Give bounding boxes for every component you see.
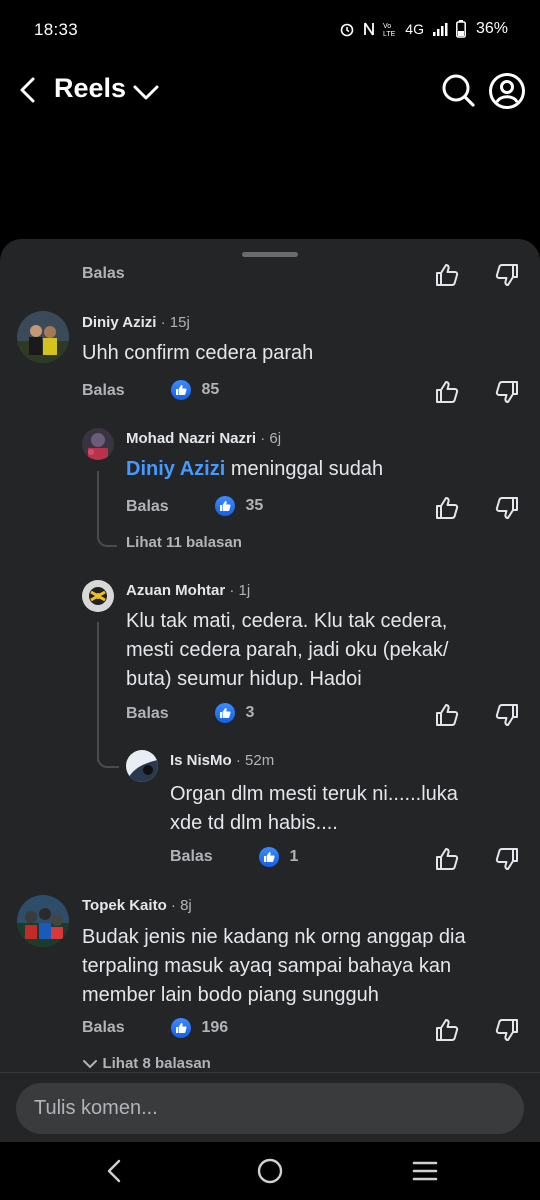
comment-header: Topek Kaito · 8j: [82, 897, 192, 914]
reaction-summary[interactable]: 3: [215, 703, 254, 723]
status-time: 18:33: [34, 20, 79, 39]
thread-connector: [97, 719, 119, 768]
author-name[interactable]: Topek Kaito: [82, 897, 167, 914]
dislike-icon[interactable]: [494, 379, 520, 405]
comment-input[interactable]: [16, 1083, 524, 1134]
comment-time[interactable]: 6j: [269, 430, 281, 447]
comment-text: Uhh confirm cedera parah: [82, 342, 314, 364]
reply-button[interactable]: Balas: [170, 848, 213, 866]
svg-text:Vo: Vo: [383, 23, 391, 30]
like-icon[interactable]: [434, 495, 460, 521]
author-name[interactable]: Mohad Nazri Nazri: [126, 430, 256, 447]
dislike-icon[interactable]: [494, 702, 520, 728]
drag-handle[interactable]: [242, 252, 298, 257]
volte-icon: VoLTE: [383, 23, 396, 37]
thumbs-up-badge-icon: [215, 703, 235, 723]
author-name[interactable]: Diniy Azizi: [82, 314, 156, 331]
author-name[interactable]: Is NisMo: [170, 752, 232, 769]
avatar[interactable]: [82, 428, 114, 460]
like-count: 3: [245, 704, 255, 722]
comment-text: Budak jenis nie kadang nk orng anggap di…: [82, 926, 466, 1006]
comment-composer: [0, 1072, 540, 1142]
reply-button[interactable]: Balas: [82, 382, 125, 400]
nfc-icon: [364, 22, 375, 36]
mention-link[interactable]: Diniy Azizi: [126, 458, 225, 480]
like-count: 85: [201, 381, 220, 399]
network-type: 4G: [405, 21, 424, 37]
svg-text:LTE: LTE: [383, 31, 396, 37]
view-replies-link[interactable]: Lihat 11 balasan: [126, 534, 242, 551]
comment-text: Organ dlm mesti teruk ni......luka xde t…: [170, 783, 458, 834]
avatar[interactable]: [126, 750, 158, 782]
comment-header: Azuan Mohtar · 1j: [126, 582, 251, 599]
avatar[interactable]: [17, 895, 69, 947]
thumbs-up-badge-icon: [215, 496, 235, 516]
reaction-summary[interactable]: 196: [171, 1018, 228, 1038]
view-replies-link[interactable]: Lihat 8 balasan: [102, 1055, 210, 1072]
battery-percent: 36%: [475, 20, 508, 37]
nav-home-icon[interactable]: [256, 1157, 284, 1185]
like-count: 35: [245, 497, 264, 515]
comment-time[interactable]: 1j: [239, 582, 251, 599]
reaction-summary[interactable]: 1: [259, 847, 298, 867]
like-count: 1: [289, 848, 299, 866]
comment-text: Klu tak mati, cedera. Klu tak cedera, me…: [126, 610, 449, 690]
like-icon[interactable]: [434, 1017, 460, 1043]
thumbs-up-badge-icon: [171, 380, 191, 400]
top-bar: Reels: [0, 60, 540, 120]
reply-button[interactable]: Balas: [82, 265, 125, 283]
avatar[interactable]: [17, 311, 69, 363]
reply-button[interactable]: Balas: [126, 498, 169, 516]
system-nav-bar: [0, 1142, 540, 1200]
like-icon[interactable]: [434, 379, 460, 405]
signal-icon: [432, 23, 448, 36]
status-icons: Vo LTE 4G 36%: [339, 20, 508, 38]
reaction-summary[interactable]: 35: [215, 496, 263, 516]
profile-icon[interactable]: [488, 72, 526, 110]
comment-time[interactable]: 52m: [245, 752, 274, 769]
dislike-icon[interactable]: [494, 495, 520, 521]
thumbs-up-badge-icon: [259, 847, 279, 867]
reply-button[interactable]: Balas: [82, 1019, 125, 1037]
thread-connector: [97, 471, 117, 547]
battery-icon: [456, 20, 466, 38]
like-icon[interactable]: [434, 262, 460, 288]
alarm-icon: [340, 23, 354, 37]
page-title[interactable]: Reels: [54, 73, 126, 104]
comment-header: Is NisMo · 52m: [170, 752, 275, 769]
author-name[interactable]: Azuan Mohtar: [126, 582, 225, 599]
view-replies-row[interactable]: Lihat 8 balasan: [82, 1055, 211, 1073]
back-icon[interactable]: [14, 72, 42, 108]
like-count: 196: [201, 1019, 229, 1037]
dislike-icon[interactable]: [494, 1017, 520, 1043]
comment-text: Diniy Azizi meninggal sudah: [126, 458, 384, 480]
reaction-summary[interactable]: 85: [171, 380, 219, 400]
comment-header: Diniy Azizi · 15j: [82, 314, 190, 331]
comments-sheet: Balas Diniy Azizi · 15j Uhh confirm cede…: [0, 239, 540, 1142]
nav-back-icon[interactable]: [102, 1158, 128, 1184]
nav-recent-icon[interactable]: [412, 1159, 438, 1183]
comment-time[interactable]: 15j: [170, 314, 190, 331]
like-icon[interactable]: [434, 702, 460, 728]
avatar[interactable]: [82, 580, 114, 612]
like-icon[interactable]: [434, 846, 460, 872]
chevron-down-icon: [83, 1059, 97, 1069]
reply-button[interactable]: Balas: [126, 705, 169, 723]
dislike-icon[interactable]: [494, 262, 520, 288]
status-bar: 18:33 Vo LTE 4G 36%: [0, 0, 540, 60]
chevron-down-icon[interactable]: [131, 77, 161, 107]
comment-time[interactable]: 8j: [180, 897, 192, 914]
thumbs-up-badge-icon: [171, 1018, 191, 1038]
comment-header: Mohad Nazri Nazri · 6j: [126, 430, 282, 447]
dislike-icon[interactable]: [494, 846, 520, 872]
search-icon[interactable]: [440, 72, 476, 108]
